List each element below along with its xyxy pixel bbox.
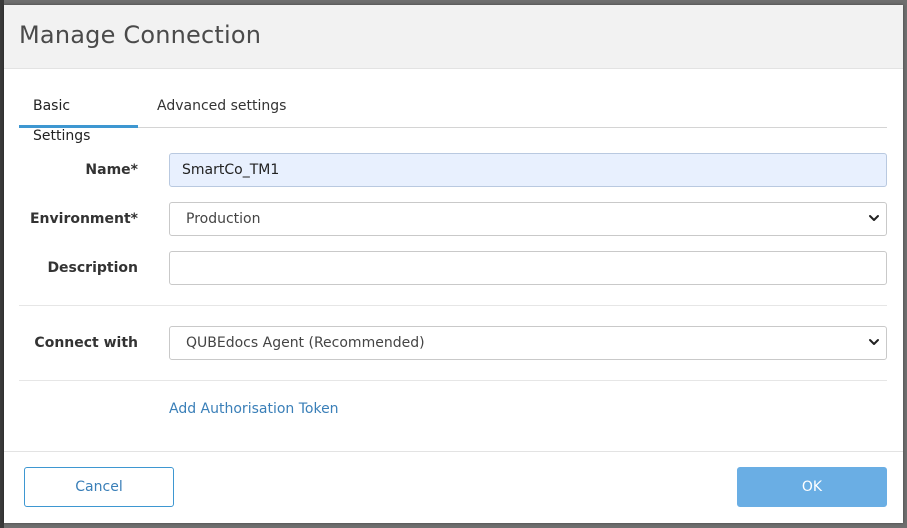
chevron-down-icon bbox=[869, 339, 879, 345]
cancel-button[interactable]: Cancel bbox=[24, 467, 174, 507]
ok-button[interactable]: OK bbox=[737, 467, 887, 507]
description-input[interactable] bbox=[169, 251, 887, 285]
add-authorisation-token-link[interactable]: Add Authorisation Token bbox=[169, 401, 339, 417]
dialog-footer: Cancel OK bbox=[4, 451, 903, 523]
connect-with-label: Connect with bbox=[34, 335, 138, 351]
connect-with-select[interactable]: QUBEdocs Agent (Recommended) bbox=[169, 326, 887, 360]
name-value: SmartCo_TM1 bbox=[182, 162, 280, 178]
section-divider bbox=[19, 380, 887, 381]
dialog-header: Manage Connection bbox=[4, 5, 903, 69]
description-label: Description bbox=[47, 260, 138, 276]
dialog-title: Manage Connection bbox=[19, 21, 262, 49]
section-divider bbox=[19, 305, 887, 306]
manage-connection-dialog: Manage Connection Basic Settings Advance… bbox=[4, 5, 903, 523]
environment-label: Environment* bbox=[29, 211, 138, 227]
name-input[interactable]: SmartCo_TM1 bbox=[169, 153, 887, 187]
environment-value: Production bbox=[186, 211, 261, 227]
tab-bar: Basic Settings Advanced settings bbox=[19, 91, 887, 144]
tab-basic-settings[interactable]: Basic Settings bbox=[19, 91, 138, 144]
name-label: Name* bbox=[85, 162, 138, 178]
chevron-down-icon bbox=[869, 215, 879, 221]
connect-with-value: QUBEdocs Agent (Recommended) bbox=[186, 335, 425, 351]
environment-select[interactable]: Production bbox=[169, 202, 887, 236]
tab-advanced-settings[interactable]: Advanced settings bbox=[143, 91, 300, 128]
